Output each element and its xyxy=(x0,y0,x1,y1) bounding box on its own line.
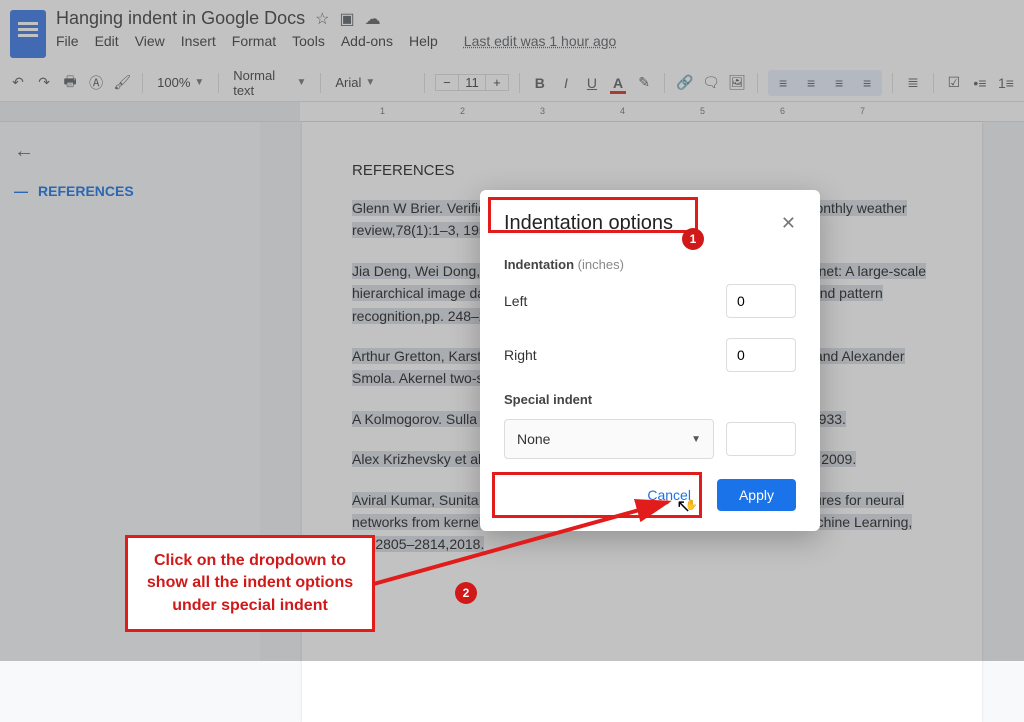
ruler[interactable]: 1 2 3 4 5 6 7 xyxy=(0,102,1024,122)
spellcheck-icon[interactable]: Ⓐ xyxy=(86,72,106,94)
apply-button[interactable]: Apply xyxy=(717,479,796,511)
menu-tools[interactable]: Tools xyxy=(292,33,325,49)
outline-item-references[interactable]: — REFERENCES xyxy=(14,183,246,199)
font-size-decrease[interactable]: − xyxy=(436,75,458,90)
insert-image-icon[interactable]: 🖼 xyxy=(727,72,747,94)
special-indent-label: Special indent xyxy=(504,392,592,407)
right-indent-label: Right xyxy=(504,347,537,363)
annotation-box-dropdown xyxy=(492,472,702,518)
menu-view[interactable]: View xyxy=(135,33,165,49)
toolbar: ↶ ↷ 🖶 Ⓐ 🖌 100%▼ Normal text▼ Arial▼ − 11… xyxy=(0,64,1024,102)
menu-edit[interactable]: Edit xyxy=(95,33,119,49)
annotation-callout: Click on the dropdown to show all the in… xyxy=(125,535,375,632)
outline-item-label: REFERENCES xyxy=(38,183,134,199)
title-bar: Hanging indent in Google Docs ☆ ▣ ☁ File… xyxy=(0,0,1024,64)
menu-addons[interactable]: Add-ons xyxy=(341,33,393,49)
menu-insert[interactable]: Insert xyxy=(181,33,216,49)
annotation-box-title xyxy=(488,197,698,233)
doc-heading: REFERENCES xyxy=(352,162,932,179)
menu-help[interactable]: Help xyxy=(409,33,438,49)
insert-link-icon[interactable]: 🔗 xyxy=(675,72,695,94)
menu-format[interactable]: Format xyxy=(232,33,276,49)
move-icon[interactable]: ▣ xyxy=(340,9,355,29)
line-spacing-icon[interactable]: ≣ xyxy=(903,72,923,94)
annotation-badge-1: 1 xyxy=(682,228,704,250)
special-indent-amount-input[interactable] xyxy=(726,422,796,456)
last-edit-link[interactable]: Last edit was 1 hour ago xyxy=(464,33,617,49)
font-size-increase[interactable]: + xyxy=(486,75,508,90)
star-icon[interactable]: ☆ xyxy=(315,9,329,29)
highlight-icon[interactable]: ✎ xyxy=(634,72,654,94)
italic-icon[interactable]: I xyxy=(556,72,576,94)
undo-icon[interactable]: ↶ xyxy=(8,72,28,94)
font-size-value[interactable]: 11 xyxy=(458,75,486,90)
checklist-icon[interactable]: ☑ xyxy=(944,72,964,94)
align-left-icon[interactable]: ≡ xyxy=(772,72,794,94)
add-comment-icon[interactable]: 🗨 xyxy=(701,72,721,94)
annotation-badge-2: 2 xyxy=(455,582,477,604)
print-icon[interactable]: 🖶 xyxy=(60,72,80,94)
paragraph-style-select[interactable]: Normal text▼ xyxy=(229,68,310,98)
redo-icon[interactable]: ↷ xyxy=(34,72,54,94)
zoom-select[interactable]: 100%▼ xyxy=(153,75,208,90)
text-color-icon[interactable]: A xyxy=(608,72,628,94)
bulleted-list-icon[interactable]: •≡ xyxy=(970,72,990,94)
paint-format-icon[interactable]: 🖌 xyxy=(112,72,132,94)
special-indent-dropdown[interactable]: None ▼ xyxy=(504,419,714,459)
outline-back-icon[interactable]: ← xyxy=(14,140,246,163)
cursor-icon: ↖✋ xyxy=(676,496,704,517)
cloud-status-icon[interactable]: ☁ xyxy=(365,9,381,29)
numbered-list-icon[interactable]: 1≡ xyxy=(996,72,1016,94)
outline-dash-icon: — xyxy=(14,183,28,199)
bold-icon[interactable]: B xyxy=(530,72,550,94)
align-right-icon[interactable]: ≡ xyxy=(828,72,850,94)
indentation-section-label: Indentation (inches) xyxy=(504,257,796,272)
special-indent-value: None xyxy=(517,431,550,447)
document-title[interactable]: Hanging indent in Google Docs xyxy=(56,8,305,29)
docs-logo-icon[interactable] xyxy=(10,10,46,58)
underline-icon[interactable]: U xyxy=(582,72,602,94)
font-size-control[interactable]: − 11 + xyxy=(435,74,509,91)
menu-file[interactable]: File xyxy=(56,33,79,49)
align-justify-icon[interactable]: ≡ xyxy=(856,72,878,94)
menu-bar: File Edit View Insert Format Tools Add-o… xyxy=(56,33,616,49)
left-indent-label: Left xyxy=(504,293,527,309)
left-indent-input[interactable] xyxy=(726,284,796,318)
close-icon[interactable]: ✕ xyxy=(781,213,796,234)
font-family-select[interactable]: Arial▼ xyxy=(331,75,414,90)
right-indent-input[interactable] xyxy=(726,338,796,372)
dropdown-arrow-icon: ▼ xyxy=(691,434,701,445)
align-center-icon[interactable]: ≡ xyxy=(800,72,822,94)
